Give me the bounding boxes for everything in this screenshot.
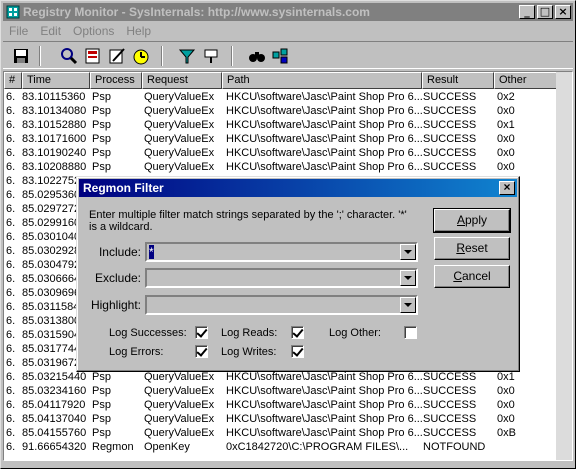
log-reads-label: Log Reads: xyxy=(221,327,278,339)
dialog-description: Enter multiple filter match strings sepa… xyxy=(89,209,407,233)
log-other-checkbox[interactable] xyxy=(404,326,417,339)
log-reads-checkbox[interactable] xyxy=(291,326,304,339)
log-errors-checkbox[interactable] xyxy=(195,345,208,358)
filter-dialog: Regmon Filter × Enter multiple filter ma… xyxy=(76,176,520,372)
highlight-label: Highlight: xyxy=(90,298,141,312)
dialog-close-button[interactable]: × xyxy=(499,181,515,195)
chevron-down-icon[interactable] xyxy=(400,297,416,313)
cancel-button[interactable]: Cancel xyxy=(434,265,510,288)
log-successes-label: Log Successes: xyxy=(109,327,187,339)
dialog-title-bar[interactable]: Regmon Filter × xyxy=(79,179,517,197)
reset-button[interactable]: Reset xyxy=(434,237,510,260)
chevron-down-icon[interactable] xyxy=(400,270,416,286)
exclude-combo[interactable] xyxy=(145,268,418,288)
highlight-combo[interactable] xyxy=(145,295,418,315)
dialog-title: Regmon Filter xyxy=(83,181,164,195)
include-input[interactable]: * xyxy=(147,244,400,260)
include-label: Include: xyxy=(98,245,141,259)
modal-overlay: Regmon Filter × Enter multiple filter ma… xyxy=(0,0,576,469)
log-writes-checkbox[interactable] xyxy=(291,345,304,358)
exclude-input[interactable] xyxy=(147,270,400,286)
log-successes-checkbox[interactable] xyxy=(195,326,208,339)
close-icon: × xyxy=(503,180,511,194)
chevron-down-icon[interactable] xyxy=(400,244,416,260)
log-errors-label: Log Errors: xyxy=(109,346,164,358)
highlight-input[interactable] xyxy=(147,297,400,313)
include-combo[interactable]: * xyxy=(145,242,418,262)
apply-button[interactable]: Apply xyxy=(433,208,511,233)
log-other-label: Log Other: xyxy=(329,327,381,339)
exclude-label: Exclude: xyxy=(94,271,141,285)
log-writes-label: Log Writes: xyxy=(221,346,277,358)
